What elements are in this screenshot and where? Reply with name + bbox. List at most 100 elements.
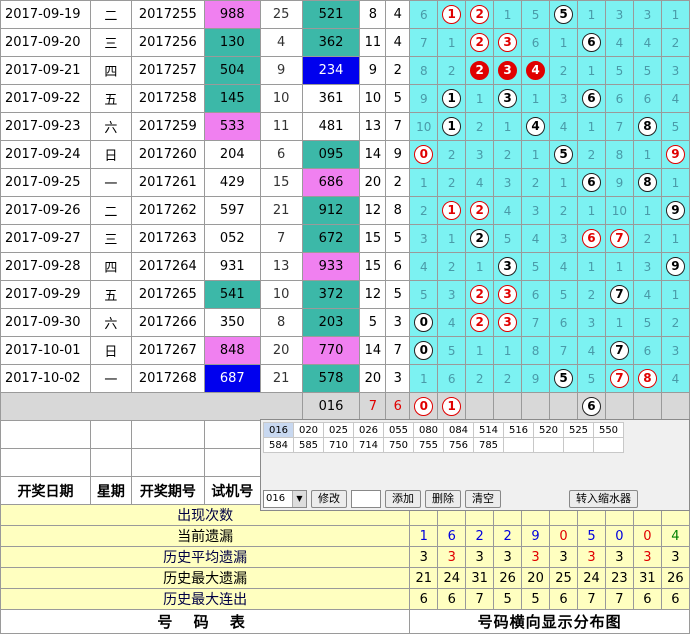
predicted-number: 016 (301, 392, 361, 421)
omission-value: 1 (559, 175, 568, 190)
distribution-cell: 1 (577, 112, 606, 141)
delete-button[interactable]: 删除 (425, 490, 461, 508)
distribution-cell: 7 (604, 224, 634, 253)
draw-number: 578 (301, 364, 361, 393)
issue-number: 2017264 (130, 252, 205, 281)
omission-value: 5 (531, 259, 540, 274)
distribution-cell: 7 (604, 336, 634, 365)
add-button[interactable]: 添加 (385, 490, 421, 508)
distribution-cell: 4 (660, 364, 690, 393)
sum-value: 14 (359, 140, 387, 169)
favorite-number[interactable]: 584 (263, 437, 294, 453)
test-sum: 15 (259, 168, 303, 197)
blank-cell (0, 448, 91, 477)
distribution-cell: 9 (521, 364, 551, 393)
omission-value: 3 (643, 7, 652, 22)
number-select[interactable]: 016 ▼ (263, 490, 307, 508)
number-ball: 9 (665, 201, 685, 220)
distribution-cell: 1 (577, 252, 606, 281)
distribution-cell (632, 392, 662, 421)
distribution-cell: 3 (660, 336, 690, 365)
omission-value: 4 (447, 315, 456, 330)
favorite-number[interactable]: 525 (563, 422, 594, 438)
favorite-number[interactable] (533, 437, 564, 453)
distribution-cell: 5 (549, 140, 578, 169)
span-value: 7 (385, 336, 411, 365)
favorite-number[interactable]: 514 (473, 422, 504, 438)
test-number: 988 (203, 0, 261, 29)
stats-value: 3 (660, 546, 690, 568)
omission-value: 1 (475, 91, 484, 106)
distribution-cell: 2 (465, 112, 495, 141)
distribution-cell: 9 (660, 252, 690, 281)
favorite-number[interactable]: 516 (503, 422, 534, 438)
omission-value: 1 (587, 119, 596, 134)
distribution-cell: 3 (660, 56, 690, 85)
blank-cell (89, 420, 132, 449)
favorite-number[interactable]: 026 (353, 422, 384, 438)
favorite-number[interactable]: 585 (293, 437, 324, 453)
favorite-number[interactable]: 520 (533, 422, 564, 438)
favorite-number[interactable]: 710 (323, 437, 354, 453)
chevron-down-icon[interactable]: ▼ (292, 491, 306, 507)
draw-row: 2017-09-27 三 2017263 052 7 672 15 5 3 1 2 5 4 3 6 7 2 1 (0, 224, 690, 253)
issue-number: 2017258 (130, 84, 205, 113)
stats-value: 20 (521, 567, 551, 589)
distribution-cell: 4 (604, 28, 634, 57)
favorite-number[interactable]: 755 (413, 437, 444, 453)
favorite-number[interactable]: 020 (293, 422, 324, 438)
favorite-number[interactable]: 084 (443, 422, 474, 438)
favorite-number[interactable] (503, 437, 534, 453)
draw-row: 2017-09-20 三 2017256 130 4 362 11 4 7 1 2 3 6 1 6 4 4 2 (0, 28, 690, 57)
omission-value: 2 (447, 147, 456, 162)
test-number: 350 (203, 308, 261, 337)
number-ball: 0 (414, 341, 434, 360)
draw-row: 2017-10-02 一 2017268 687 21 578 20 3 1 6 2 2 9 5 5 7 8 4 (0, 364, 690, 393)
stats-value: 7 (577, 588, 606, 610)
transfer-to-shrinker-button[interactable]: 转入缩水器 (569, 490, 638, 508)
test-sum: 8 (259, 308, 303, 337)
draw-date: 2017-09-23 (0, 112, 91, 141)
distribution-cell: 2 (437, 140, 467, 169)
issue-number: 2017260 (130, 140, 205, 169)
favorite-number[interactable] (563, 437, 594, 453)
stats-value: 3 (577, 546, 606, 568)
draw-date: 2017-09-30 (0, 308, 91, 337)
favorite-number[interactable]: 550 (593, 422, 624, 438)
favorite-number[interactable]: 016 (263, 422, 294, 438)
omission-value: 5 (447, 343, 456, 358)
favorite-number[interactable]: 785 (473, 437, 504, 453)
clear-button[interactable]: 清空 (465, 490, 501, 508)
omission-value: 1 (615, 259, 624, 274)
number-input[interactable] (351, 490, 381, 508)
issue-number: 2017263 (130, 224, 205, 253)
distribution-cell: 8 (632, 168, 662, 197)
favorite-number[interactable]: 756 (443, 437, 474, 453)
omission-value: 1 (643, 203, 652, 218)
favorite-number[interactable]: 750 (383, 437, 414, 453)
omission-value: 6 (531, 287, 540, 302)
favorite-number[interactable]: 055 (383, 422, 414, 438)
distribution-cell: 5 (409, 280, 439, 309)
distribution-cell: 4 (660, 84, 690, 113)
omission-value: 6 (531, 35, 540, 50)
distribution-cell: 6 (604, 84, 634, 113)
favorite-number[interactable]: 080 (413, 422, 444, 438)
omission-value: 3 (643, 259, 652, 274)
favorite-number[interactable] (593, 437, 624, 453)
number-ball: 3 (498, 61, 518, 80)
header-date: 开奖日期 (0, 476, 91, 505)
distribution-cell: 5 (521, 252, 551, 281)
favorite-number[interactable]: 025 (323, 422, 354, 438)
omission-value: 7 (559, 343, 568, 358)
modify-button[interactable]: 修改 (311, 490, 347, 508)
blank-cell (130, 448, 205, 477)
number-ball: 1 (442, 117, 462, 136)
weekday: 五 (89, 280, 132, 309)
favorite-number[interactable]: 714 (353, 437, 384, 453)
omission-value: 3 (559, 231, 568, 246)
omission-value: 1 (671, 7, 680, 22)
distribution-cell: 2 (577, 280, 606, 309)
draw-row: 2017-09-29 五 2017265 541 10 372 12 5 5 3 2 3 6 5 2 7 4 1 (0, 280, 690, 309)
draw-date: 2017-09-19 (0, 0, 91, 29)
